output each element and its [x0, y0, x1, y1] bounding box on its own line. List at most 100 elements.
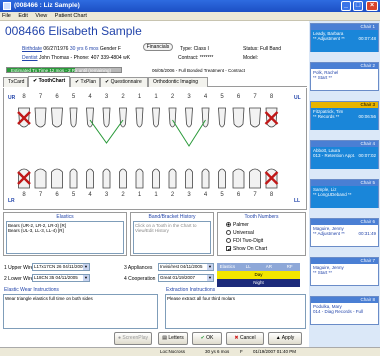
- upper-tooth[interactable]: [232, 107, 245, 128]
- chair-timer: 00:07:48: [358, 36, 376, 41]
- tab-txcard[interactable]: TxCard: [3, 77, 28, 87]
- band-history-text[interactable]: Click on a Tooth in the Chart to View/Ed…: [133, 221, 211, 254]
- birthdate-row: Birthdate 06/27/1976 30 yrs 6 mos Gender…: [22, 46, 121, 52]
- elastic-wear-text[interactable]: Wear triangle elastics full time on both…: [3, 294, 158, 329]
- extraction-text[interactable]: Please extract all four third molars: [165, 294, 306, 329]
- tab-orthodontic-imaging[interactable]: Orthodontic Imaging: [148, 77, 208, 87]
- chair-card[interactable]: Chair 6 Maguire, Jenny ** Adjustment ** 00:…: [310, 218, 379, 247]
- maximize-button[interactable]: □: [353, 1, 363, 11]
- elastics-list[interactable]: Bears (UR-2, LR-2, LR-3) [R] Bears (UL-3…: [6, 221, 124, 254]
- lower-tooth[interactable]: [102, 168, 111, 189]
- lower-tooth[interactable]: [69, 168, 78, 189]
- upper-tooth[interactable]: [135, 107, 144, 128]
- radio-fdi[interactable]: FDI Two-Digit: [226, 238, 263, 244]
- menu-bar: File Edit View Patient Chart: [0, 12, 380, 21]
- side-status: [309, 347, 380, 356]
- chair-card[interactable]: Chair 5 Sample, Liz ** LongUDeband **: [310, 179, 379, 208]
- tab-strip: TxCard ✔ ToothChart ✔ TxPlan ✔ Questionn…: [3, 76, 307, 87]
- cancel-button[interactable]: ✖ Cancel: [226, 332, 264, 345]
- menu-edit[interactable]: Edit: [18, 13, 27, 19]
- lower-wire-select[interactable]: L18CN 35 04/11/2005 ▼: [32, 274, 90, 282]
- model-row: Model:: [243, 55, 259, 61]
- dentist-row: Dentist John Thomas - Phone: 407 339-480…: [22, 55, 130, 61]
- menu-file[interactable]: File: [2, 13, 11, 19]
- upper-tooth[interactable]: [51, 107, 63, 128]
- apply-button[interactable]: ▲ Apply: [268, 332, 302, 345]
- menu-view[interactable]: View: [35, 13, 47, 19]
- lower-tooth[interactable]: [51, 168, 63, 189]
- type-row: Type: Class I: [180, 46, 209, 52]
- lower-tooth[interactable]: [232, 168, 245, 189]
- title-bar[interactable]: (008466 : Liz Sample) _ □ ×: [0, 0, 380, 12]
- chair-card[interactable]: Chair 7 Maguire, Jenny ** Start **: [310, 257, 379, 286]
- tooth-number-upper: 3: [187, 94, 191, 100]
- radio-palmer[interactable]: Palmer: [226, 222, 249, 228]
- menu-patient-chart[interactable]: Patient Chart: [55, 13, 87, 19]
- chair-card[interactable]: Chair 4 Abbott, Laura 013 - Retention Appt…: [310, 140, 379, 169]
- action-bar: ● ScreenPlay ▤ Letters ✔ OK ✖ Cancel ▲ A…: [100, 332, 309, 346]
- cooperation-select[interactable]: Great 01/19/2007 ▼: [158, 274, 214, 282]
- birthdate-label[interactable]: Birthdate: [22, 46, 42, 52]
- upper-tooth[interactable]: [152, 107, 160, 128]
- tooth-number-upper: 1: [138, 94, 142, 100]
- upper-tooth[interactable]: [34, 107, 47, 128]
- type-label: Type: [180, 46, 191, 52]
- tooth-number-upper: 5: [220, 94, 224, 100]
- close-button[interactable]: ×: [366, 1, 378, 11]
- lower-tooth[interactable]: [135, 168, 144, 189]
- chair-card[interactable]: Chair 2 Polk, Rachel ** Start **: [310, 62, 379, 91]
- lower-tooth[interactable]: [152, 168, 160, 189]
- upper-tooth[interactable]: [218, 107, 226, 128]
- screenplay-button[interactable]: ● ScreenPlay: [114, 332, 152, 345]
- dentist-label[interactable]: Dentist: [22, 55, 38, 61]
- tooth-number-upper: 3: [105, 94, 109, 100]
- band-history-panel: Band/Bracket History Click on a Tooth in…: [130, 212, 214, 256]
- lower-tooth[interactable]: [86, 168, 94, 189]
- quadrant-ll: LL: [294, 198, 301, 204]
- lower-tooth[interactable]: [249, 168, 261, 189]
- upper-tooth[interactable]: [249, 107, 261, 128]
- tooth-number-lower: 8: [270, 192, 274, 198]
- chair-card[interactable]: Chair 3 Fitzpatrick, Tim ** Records ** 00:0…: [310, 101, 379, 130]
- tab-txplan[interactable]: ✔ TxPlan: [70, 77, 100, 87]
- upper-tooth[interactable]: [185, 107, 193, 128]
- lower-tooth[interactable]: [34, 168, 47, 189]
- lower-tooth[interactable]: [168, 168, 177, 189]
- tooth-number-lower: 7: [39, 192, 43, 198]
- upper-tooth[interactable]: [102, 107, 111, 128]
- minimize-button[interactable]: _: [341, 1, 351, 11]
- tooth-number-upper: 4: [204, 94, 208, 100]
- chair-body: Maguire, Jenny ** Adjustment ** 00:31:49: [311, 225, 378, 247]
- appliances-select[interactable]: Invisi/rest 04/11/2005 ▼: [158, 263, 214, 271]
- chair-card[interactable]: Chair 1 Leady, Barbara ** Adjustment ** 00:…: [310, 23, 379, 52]
- lower-tooth[interactable]: [185, 168, 193, 189]
- elastic-row-night[interactable]: Night: [217, 279, 300, 287]
- upper-wire-label: 1 Upper Wire: [4, 265, 34, 271]
- lower-tooth[interactable]: [201, 168, 210, 189]
- tooth-chart[interactable]: 8 8 7 7 6 6 5 5 4 4 3 3 2 2 1 1 1 1 2 2 3 3 4 4 5 5 6 6 7 7 8 8 UR UL L…: [3, 88, 307, 210]
- chair-body: Leady, Barbara ** Adjustment ** 00:07:48: [311, 30, 378, 52]
- tab-questionnaire[interactable]: ✔ Questionnaire: [100, 77, 148, 87]
- model-label: Model: [243, 55, 257, 61]
- elastic-row-day[interactable]: Day: [217, 271, 300, 279]
- show-on-chart-checkbox[interactable]: ✔ Show On Chart: [226, 246, 267, 253]
- chair-card[interactable]: Chair 8 Podulka, Mary 014 - Diag Records -…: [310, 296, 379, 325]
- tooth-chart-drawing: 8 8 7 7 6 6 5 5 4 4 3 3 2 2 1 1 1 1 2 2 3 3 4 4 5 5 6 6 7 7 8 8: [17, 94, 279, 198]
- financials-button[interactable]: Financials: [143, 43, 173, 51]
- tooth-number-upper: 7: [253, 94, 257, 100]
- elastic-wear-grid: Elastics LL AR RF Day Night: [217, 263, 300, 287]
- radio-universal[interactable]: Universal: [226, 230, 254, 236]
- tooth-number-lower: 4: [88, 192, 92, 198]
- letters-button[interactable]: ▤ Letters: [158, 332, 188, 345]
- upper-tooth[interactable]: [69, 107, 78, 128]
- upper-wire-select[interactable]: L17x17CN 26 04/11/2005 ▼: [32, 263, 90, 271]
- lower-tooth[interactable]: [119, 168, 127, 189]
- tooth-number-lower: 6: [55, 192, 59, 198]
- app-icon: [3, 2, 11, 10]
- lower-tooth[interactable]: [218, 168, 226, 189]
- chair-procedure: ** Start **: [313, 270, 333, 275]
- gender-label: Gender: [99, 46, 117, 52]
- status-label: Status: [243, 46, 258, 52]
- ok-button[interactable]: ✔ OK: [192, 332, 222, 345]
- tab-toothchart[interactable]: ✔ ToothChart: [28, 76, 70, 87]
